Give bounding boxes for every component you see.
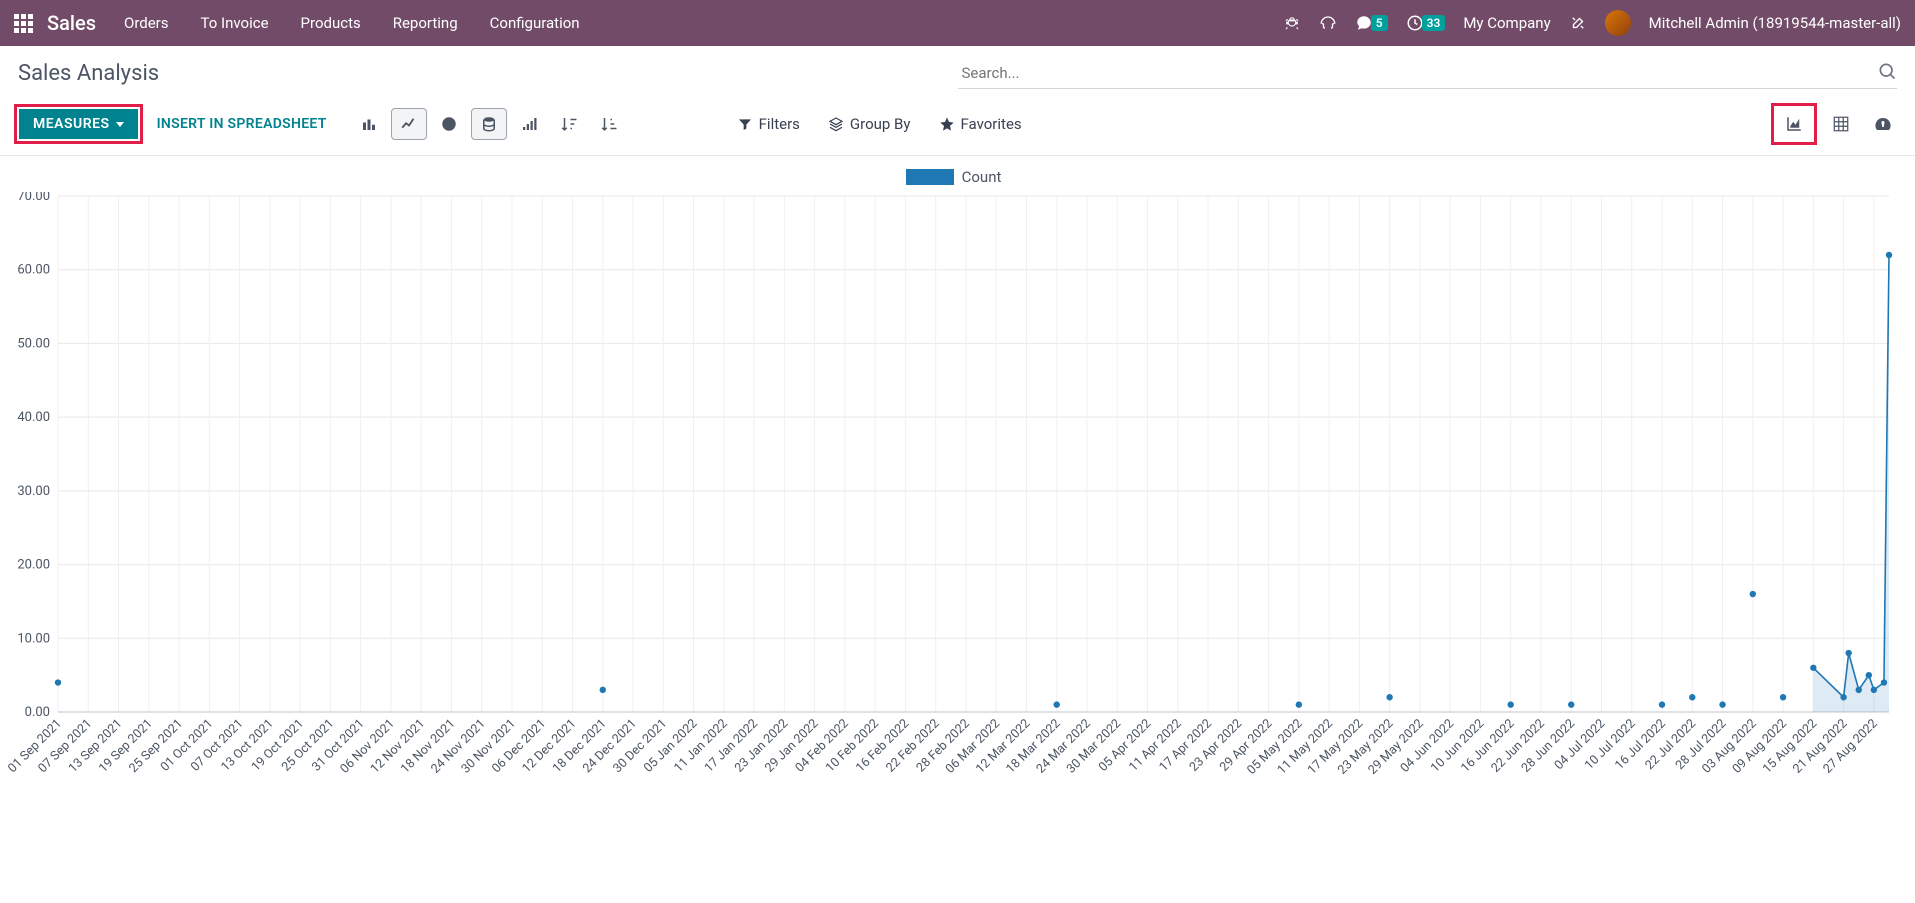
- legend-label: Count: [962, 168, 1002, 186]
- chart-plot: 0.0010.0020.0030.0040.0050.0060.0070.000…: [2, 192, 1897, 812]
- sort-asc2-button[interactable]: [591, 108, 627, 140]
- messaging-icon[interactable]: 5: [1355, 14, 1388, 32]
- svg-text:30.00: 30.00: [17, 484, 50, 499]
- insert-in-spreadsheet-button[interactable]: INSERT IN SPREADSHEET: [157, 116, 327, 132]
- filters-label: Filters: [759, 115, 800, 133]
- sort-desc-button[interactable]: [551, 108, 587, 140]
- svg-text:20.00: 20.00: [17, 558, 50, 573]
- activities-badge: 33: [1422, 15, 1446, 31]
- line-chart-button[interactable]: [391, 108, 427, 140]
- app-name[interactable]: Sales: [47, 11, 96, 35]
- graph-view-button[interactable]: [1776, 108, 1812, 140]
- menu-configuration[interactable]: Configuration: [490, 14, 580, 32]
- pie-chart-button[interactable]: [431, 108, 467, 140]
- systray: 5 33 My Company Mitchell Admin (18919544…: [1283, 10, 1901, 36]
- favorites-label: Favorites: [961, 115, 1022, 133]
- chart: Count 0.00 10.00 20.00 30.00 40.00 50.00 60.00…: [0, 156, 1915, 820]
- filter-icon: [737, 116, 753, 132]
- groupby-label: Group By: [850, 115, 911, 133]
- top-nav: Sales Orders To Invoice Products Reporti…: [0, 0, 1915, 46]
- layers-icon: [828, 116, 844, 132]
- favorites-button[interactable]: Favorites: [939, 115, 1022, 133]
- menu-orders[interactable]: Orders: [124, 14, 169, 32]
- search-input[interactable]: [958, 58, 1878, 88]
- stack-chart-button[interactable]: [471, 108, 507, 140]
- highlight-graph-view: [1771, 103, 1817, 145]
- bug-icon[interactable]: [1283, 14, 1301, 32]
- view-switcher: [1771, 103, 1901, 145]
- groupby-button[interactable]: Group By: [828, 115, 911, 133]
- svg-text:10.00: 10.00: [17, 631, 50, 646]
- svg-text:40.00: 40.00: [17, 410, 50, 425]
- tools-icon[interactable]: [1569, 14, 1587, 32]
- legend-swatch: [906, 169, 954, 185]
- control-panel: MEASURES INSERT IN SPREADSHEET Filters G…: [0, 99, 1915, 156]
- chart-legend: Count: [2, 164, 1905, 192]
- chart-type-switcher: [351, 108, 627, 140]
- star-icon: [939, 116, 955, 132]
- user-menu[interactable]: Mitchell Admin (18919544-master-all): [1649, 14, 1901, 32]
- main-menu: Orders To Invoice Products Reporting Con…: [124, 14, 580, 32]
- avatar[interactable]: [1605, 10, 1631, 36]
- caret-down-icon: [116, 122, 124, 127]
- svg-text:50.00: 50.00: [17, 336, 50, 351]
- activities-icon[interactable]: 33: [1406, 14, 1446, 32]
- pivot-view-button[interactable]: [1823, 108, 1859, 140]
- highlight-measures: MEASURES: [14, 104, 143, 144]
- menu-products[interactable]: Products: [301, 14, 361, 32]
- measures-label: MEASURES: [33, 116, 110, 132]
- breadcrumb-row: Sales Analysis: [0, 46, 1915, 99]
- bar-chart-button[interactable]: [351, 108, 387, 140]
- search-icon[interactable]: [1877, 61, 1897, 85]
- menu-to-invoice[interactable]: To Invoice: [201, 14, 269, 32]
- sort-asc-button[interactable]: [511, 108, 547, 140]
- page-title: Sales Analysis: [18, 61, 159, 86]
- filters-button[interactable]: Filters: [737, 115, 800, 133]
- messaging-badge: 5: [1371, 15, 1388, 31]
- menu-reporting[interactable]: Reporting: [393, 14, 458, 32]
- search: [958, 58, 1898, 89]
- svg-text:70.00: 70.00: [17, 192, 50, 204]
- search-options: Filters Group By Favorites: [737, 115, 1022, 133]
- dashboard-view-button[interactable]: [1865, 108, 1901, 140]
- company-switcher[interactable]: My Company: [1463, 14, 1550, 32]
- apps-icon[interactable]: [14, 14, 33, 33]
- measures-button[interactable]: MEASURES: [19, 109, 138, 139]
- svg-text:0.00: 0.00: [25, 705, 50, 720]
- svg-text:60.00: 60.00: [17, 263, 50, 278]
- phone-icon[interactable]: [1319, 14, 1337, 32]
